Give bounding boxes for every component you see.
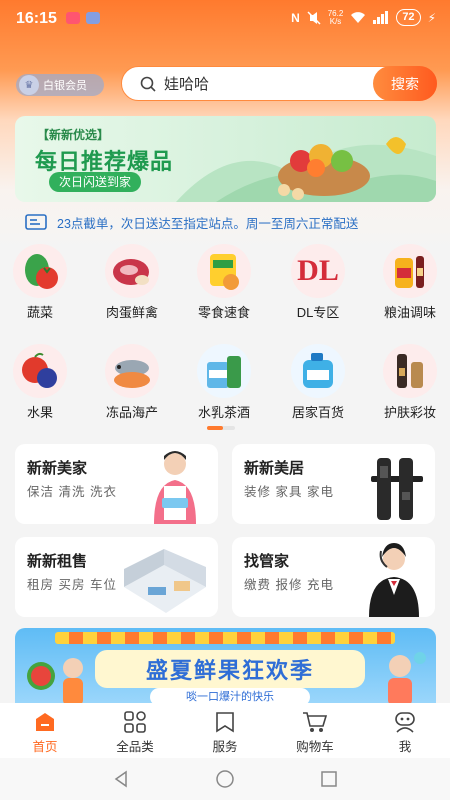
cart-icon (303, 712, 328, 732)
category-label: 粮油调味 (383, 305, 436, 320)
tab-categories[interactable]: 全品类 (90, 703, 180, 758)
home-circle-icon[interactable] (215, 769, 235, 789)
category-label: 零食速食 (197, 305, 250, 320)
charging-icon: ⚡ (427, 10, 436, 25)
room-icon (124, 549, 206, 613)
categories-icon (124, 711, 146, 733)
tab-cart[interactable]: 购物车 (270, 703, 360, 758)
housekeeper-icon (154, 451, 196, 524)
promo-awning (55, 632, 395, 644)
category-label: 蔬菜 (26, 305, 53, 320)
promo-child-illustration (388, 652, 426, 703)
status-bar: 16:15 N 76.2 K/s 72 ⚡ (0, 0, 450, 36)
promo-kids-illustration (27, 658, 83, 703)
category-label: 护肤彩妆 (383, 405, 436, 420)
delivery-notice[interactable]: 23点截单，次日送达至指定站点。周一至周六正常配送 (25, 212, 440, 232)
search-icon (140, 76, 156, 92)
battery-level: 72 (396, 9, 421, 26)
service-card-butler[interactable]: 找管家 缴费 报修 充电 (232, 537, 435, 617)
tab-label: 首页 (32, 740, 58, 754)
category-drinks[interactable]: 水乳茶酒 (186, 344, 262, 421)
profile-icon (395, 712, 415, 733)
category-dl[interactable]: DL DL专区 (280, 244, 356, 321)
snack-icon (197, 244, 251, 298)
category-label: 肉蛋鲜禽 (105, 305, 158, 320)
service-card-decor[interactable]: 新新美居 装修 家具 家电 (232, 444, 435, 524)
card-title: 新新租售 (27, 553, 88, 570)
search-bar[interactable]: 搜索 (121, 66, 437, 101)
banner-tag: 【新新优选】 (37, 128, 110, 142)
banner-subtitle: 次日闪送到家 (49, 172, 142, 192)
nfc-icon: N (291, 10, 300, 25)
category-fruit[interactable]: 水果 (2, 344, 78, 421)
category-pager (207, 426, 235, 430)
drinks-icon (197, 344, 251, 398)
network-speed: 76.2 K/s (327, 8, 344, 26)
seafood-icon (105, 344, 159, 398)
category-household[interactable]: 居家百货 (280, 344, 356, 421)
tab-service[interactable]: 服务 (180, 703, 270, 758)
card-subtitle: 保洁 清洗 洗衣 (27, 485, 117, 499)
wifi-icon (351, 12, 366, 23)
member-shield-icon: ♛ (19, 75, 39, 95)
card-title: 找管家 (244, 553, 290, 570)
home-icon (36, 713, 54, 731)
butler-icon (369, 543, 419, 617)
notice-text: 23点截单，次日送达至指定站点。周一至周六正常配送 (57, 216, 359, 231)
card-subtitle: 装修 家具 家电 (244, 485, 334, 499)
tab-home[interactable]: 首页 (0, 703, 90, 758)
fruit-icon (13, 344, 67, 398)
search-button[interactable]: 搜索 (373, 66, 437, 101)
service-card-cleaning[interactable]: 新新美家 保洁 清洗 洗衣 (15, 444, 218, 524)
app-notification-icon (66, 12, 80, 24)
service-card-rental[interactable]: 新新租售 租房 买房 车位 (15, 537, 218, 617)
service-icon (216, 712, 234, 733)
category-vegetable[interactable]: 蔬菜 (2, 244, 78, 321)
oil-icon (383, 244, 437, 298)
promo-subtitle: 啖一口爆汁的快乐 (150, 688, 310, 703)
category-seafood[interactable]: 冻品海产 (94, 344, 170, 421)
back-icon[interactable] (112, 770, 130, 788)
tab-profile[interactable]: 我 (360, 703, 450, 758)
category-label: 水乳茶酒 (197, 405, 250, 420)
tab-label: 全品类 (116, 740, 154, 754)
tab-label: 购物车 (296, 740, 334, 754)
tab-label: 我 (398, 740, 412, 754)
banner-hills-illustration (176, 137, 436, 202)
card-title: 新新美居 (244, 460, 305, 477)
system-navigation-bar (0, 758, 450, 800)
tab-label: 服务 (212, 740, 238, 754)
category-label: 居家百货 (291, 405, 344, 420)
promo-title: 盛夏鲜果狂欢季 (95, 650, 365, 688)
category-label: 水果 (26, 405, 53, 420)
member-badge-label: 白银会员 (43, 80, 87, 92)
status-time: 16:15 (16, 10, 57, 27)
cosmetics-icon (383, 344, 437, 398)
notice-icon (25, 214, 47, 230)
search-input[interactable] (164, 75, 364, 92)
recents-icon[interactable] (320, 770, 338, 788)
category-label: 冻品海产 (105, 405, 158, 420)
meat-icon (105, 244, 159, 298)
card-subtitle: 租房 买房 车位 (27, 578, 117, 592)
promo-banner[interactable]: 【新新优选】 每日推荐爆品 次日闪送到家 (15, 116, 436, 202)
smart-lock-icon (371, 458, 423, 520)
category-cosmetics[interactable]: 护肤彩妆 (372, 344, 448, 421)
category-meat[interactable]: 肉蛋鲜禽 (94, 244, 170, 321)
mute-icon (307, 10, 321, 25)
message-notification-icon (86, 12, 100, 24)
vegetable-icon (13, 244, 67, 298)
household-icon (291, 344, 345, 398)
signal-icon (373, 11, 389, 24)
summer-fruit-promo[interactable]: 盛夏鲜果狂欢季 啖一口爆汁的快乐 (15, 628, 436, 703)
category-oil[interactable]: 粮油调味 (372, 244, 448, 321)
card-subtitle: 缴费 报修 充电 (244, 578, 334, 592)
dl-logo-icon: DL (291, 244, 345, 298)
card-title: 新新美家 (27, 460, 88, 477)
category-label: DL专区 (296, 305, 340, 320)
category-snack[interactable]: 零食速食 (186, 244, 262, 321)
member-badge[interactable]: ♛ 白银会员 (16, 74, 104, 96)
bottom-tab-bar: 首页 全品类 服务 购物车 我 (0, 703, 450, 758)
